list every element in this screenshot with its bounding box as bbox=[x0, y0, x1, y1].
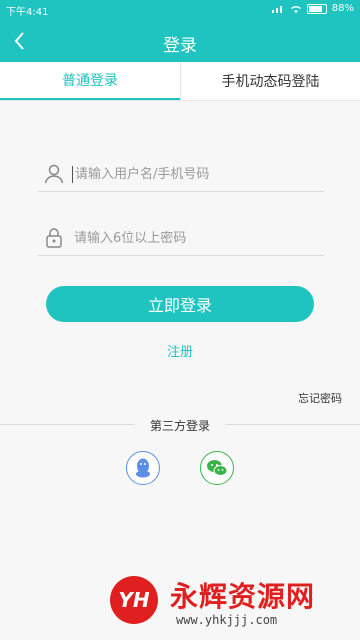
login-form: 立即登录 注册 忘记密码 第三方登录 YH 永辉资源网 www.yhkjjj.c… bbox=[0, 101, 360, 640]
wechat-login-button[interactable] bbox=[200, 451, 234, 485]
wechat-icon bbox=[207, 460, 228, 476]
login-tabs: 普通登录 手机动态码登陆 bbox=[0, 62, 360, 101]
page-title: 登录 bbox=[163, 36, 197, 56]
status-bar: 下午4:41 88% bbox=[0, 0, 360, 20]
battery-level: 88% bbox=[331, 3, 354, 14]
status-icons: 88% bbox=[271, 3, 354, 14]
qq-icon bbox=[136, 458, 150, 478]
signal-icon bbox=[271, 5, 282, 13]
divider-line-right bbox=[225, 424, 360, 425]
battery-icon bbox=[306, 3, 327, 14]
tab-sms-login[interactable]: 手机动态码登陆 bbox=[180, 62, 360, 100]
username-field bbox=[38, 157, 324, 192]
user-icon bbox=[44, 164, 64, 184]
watermark-logo: YH bbox=[110, 576, 158, 624]
username-input[interactable] bbox=[72, 165, 307, 183]
watermark-brand: 永辉资源网 bbox=[170, 580, 316, 613]
login-button[interactable]: 立即登录 bbox=[46, 286, 314, 322]
forgot-password-link[interactable]: 忘记密码 bbox=[298, 390, 342, 406]
tab-normal-login[interactable]: 普通登录 bbox=[0, 62, 180, 100]
wifi-icon bbox=[290, 5, 301, 13]
third-party-divider: 第三方登录 bbox=[0, 416, 360, 434]
password-field bbox=[38, 221, 324, 256]
watermark: YH 永辉资源网 www.yhkjjj.com bbox=[110, 571, 340, 636]
app-bar: 登录 bbox=[0, 20, 360, 62]
password-input[interactable] bbox=[72, 229, 306, 247]
qq-login-button[interactable] bbox=[126, 451, 160, 485]
third-party-label: 第三方登录 bbox=[149, 419, 210, 433]
register-link[interactable]: 注册 bbox=[0, 341, 360, 360]
status-time: 下午4:41 bbox=[6, 7, 49, 18]
watermark-url: www.yhkjjj.com bbox=[176, 613, 278, 627]
lock-icon bbox=[46, 228, 62, 248]
